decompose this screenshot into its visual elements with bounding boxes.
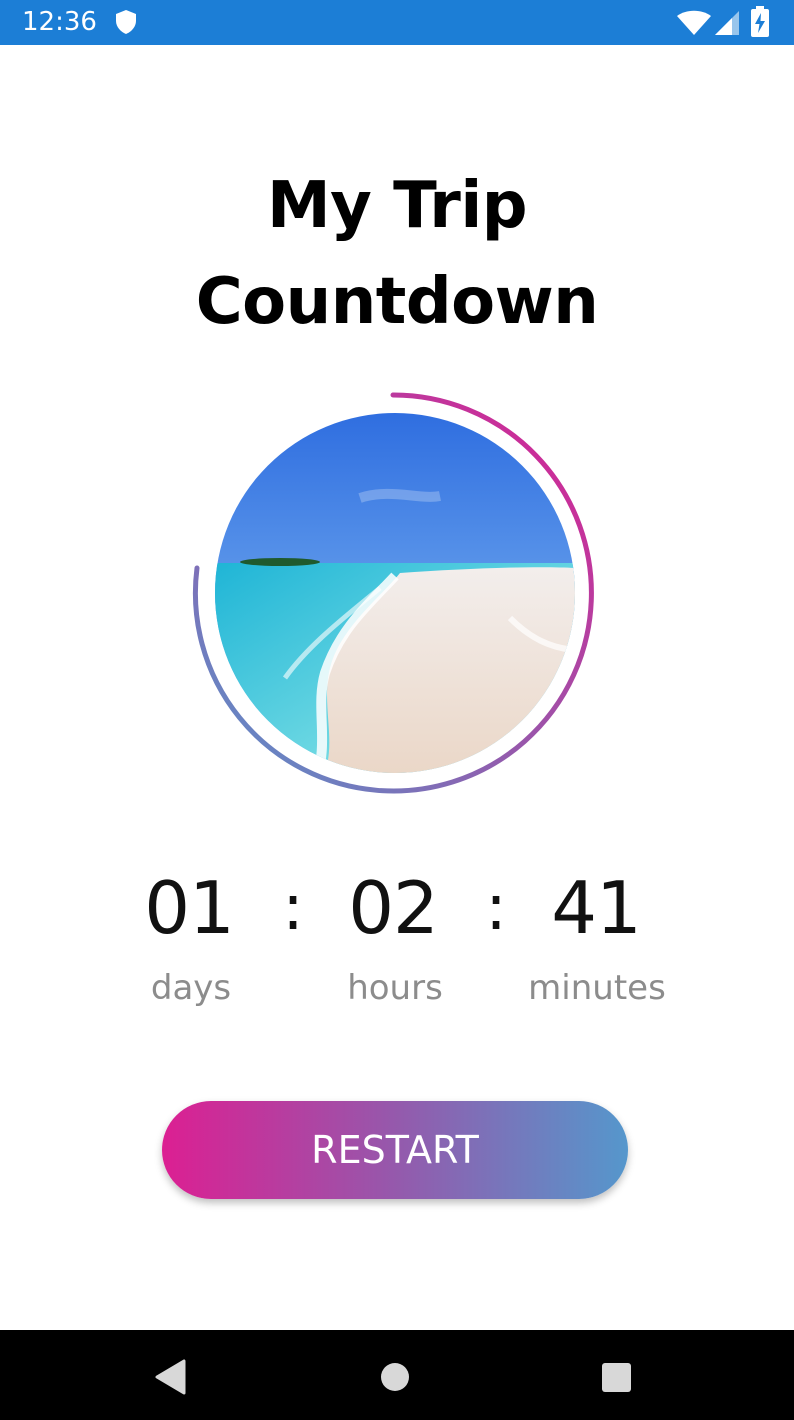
back-icon[interactable] bbox=[154, 1358, 188, 1396]
progress-ring-graphic bbox=[192, 392, 594, 794]
wifi-icon bbox=[677, 10, 711, 35]
shield-icon bbox=[116, 10, 136, 34]
status-bar: 12:36 bbox=[0, 0, 794, 45]
battery-charging-icon bbox=[751, 6, 769, 37]
days-value: 01 bbox=[144, 866, 235, 950]
status-time: 12:36 bbox=[22, 7, 97, 37]
days-label: days bbox=[150, 968, 232, 1008]
recents-icon[interactable] bbox=[601, 1362, 632, 1393]
countdown-display: 01 : 02 : 41 days hours minutes bbox=[0, 862, 794, 1022]
minutes-label: minutes bbox=[528, 968, 666, 1008]
title-line-2: Countdown bbox=[195, 265, 599, 339]
beach-photo bbox=[215, 413, 575, 773]
minutes-value: 41 bbox=[551, 866, 642, 950]
restart-button[interactable]: RESTART bbox=[162, 1101, 628, 1199]
cell-signal-icon bbox=[715, 11, 739, 35]
page-title: My Trip Countdown bbox=[0, 158, 794, 350]
trip-countdown-screen: 12:36 My Trip Countdown 01: 02: 41 day… bbox=[0, 0, 794, 1420]
title-line-1: My Trip bbox=[266, 169, 528, 243]
home-icon[interactable] bbox=[380, 1362, 410, 1392]
navigation-bar bbox=[0, 1330, 794, 1420]
hours-value: 02 bbox=[348, 866, 439, 950]
countdown-progress-ring bbox=[190, 388, 600, 798]
hours-label: hours bbox=[347, 968, 443, 1008]
